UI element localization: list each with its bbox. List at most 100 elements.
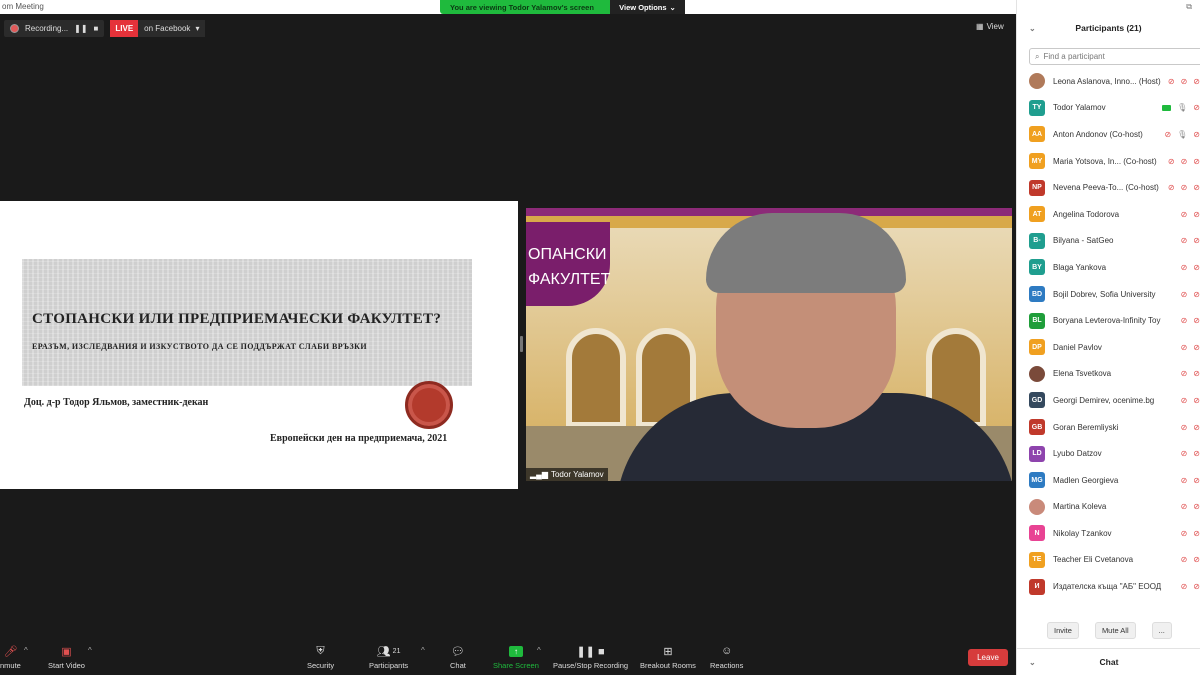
share-screen-button[interactable]: ↑ Share Screen: [493, 644, 539, 670]
viewing-banner: You are viewing Todor Yalamov's screen V…: [440, 0, 685, 14]
audio-options-caret[interactable]: ^: [24, 646, 28, 655]
participant-status-icons: ⊘ 🎙︎ ⊘: [1164, 130, 1200, 139]
participant-status-icons: ⊘ ⊘: [1181, 396, 1200, 405]
video-off-icon: ⊘: [1193, 289, 1200, 299]
collapse-chevron-icon[interactable]: ⌄: [1029, 24, 1036, 33]
participant-name: Bojil Dobrev, Sofia University: [1053, 289, 1156, 299]
mic-muted-icon: ⊘: [1180, 582, 1188, 592]
participant-row[interactable]: B- Bilyana - SatGeo ⊘ ⊘: [1017, 228, 1200, 255]
mic-muted-icon: ⊘: [1180, 528, 1188, 538]
speaker-hair: [706, 213, 906, 293]
background-banner: ОПАНСКИ ФАКУЛТЕТ: [526, 222, 610, 306]
participant-name: Nevena Peeva-To... (Co-host): [1053, 183, 1159, 193]
participants-button[interactable]: 👥︎ 21 Participants: [369, 644, 408, 671]
avatar: N: [1029, 525, 1045, 542]
participant-name: Leona Aslanova, Inno... (Host): [1053, 76, 1161, 86]
recording-icon: [10, 24, 19, 33]
more-options-button[interactable]: ...: [1151, 621, 1172, 639]
participant-row[interactable]: Leona Aslanova, Inno... (Host) ⊘ ⊘ ⊘: [1017, 68, 1200, 95]
participants-title: Participants (21): [1075, 23, 1142, 33]
security-button[interactable]: ⛨ Security: [307, 644, 334, 671]
collapse-chevron-icon[interactable]: ⌄: [1029, 658, 1036, 667]
participant-row[interactable]: BL Boryana Levterova-Infinity Toy B... ⊘ ⊘: [1017, 307, 1200, 334]
participant-row[interactable]: AA Anton Andonov (Co-host) ⊘ 🎙︎ ⊘: [1017, 121, 1200, 148]
reactions-button[interactable]: ☺ Reactions: [710, 644, 743, 670]
mic-muted-icon: ⊘: [1180, 236, 1188, 246]
speaker-video: ОПАНСКИ ФАКУЛТЕТ ▂▄▆ Todor Yalamov: [526, 208, 1012, 481]
slide-title: СТОПАНСКИ ИЛИ ПРЕДПРИЕМАЧЕСКИ ФАКУЛТЕТ?: [32, 311, 442, 327]
participant-row[interactable]: LD Lyubo Datzov ⊘ ⊘: [1017, 440, 1200, 467]
mic-muted-icon: ⊘: [1180, 183, 1188, 193]
mic-on-icon: 🎙︎: [1177, 129, 1188, 139]
reactions-icon: ☺: [721, 645, 733, 657]
start-video-button[interactable]: ▣ Start Video: [48, 644, 85, 671]
grid-view-icon: ▦: [976, 22, 984, 31]
share-options-caret[interactable]: ^: [537, 646, 541, 655]
participant-name: Madlen Georgieva: [1053, 475, 1119, 485]
unmute-button[interactable]: 🎤︎ nmute: [0, 644, 21, 671]
participant-row[interactable]: И Издателска къща "АБ" ЕООД ⊘ ⊘: [1017, 573, 1200, 600]
chat-label: Chat: [450, 661, 466, 670]
mic-muted-icon: ⊘: [1180, 502, 1188, 512]
participant-search-input[interactable]: ⌕ Find a participant: [1029, 48, 1200, 65]
mic-muted-icon: ⊘: [1180, 395, 1188, 405]
participant-name: Daniel Pavlov: [1053, 342, 1102, 352]
participant-row[interactable]: Elena Tsvetkova ⊘ ⊘: [1017, 361, 1200, 388]
view-options-button[interactable]: View Options ⌄: [610, 0, 685, 14]
mic-muted-icon: ⊘: [1180, 449, 1188, 459]
chat-panel-header[interactable]: ⌄ Chat: [1017, 648, 1200, 675]
participant-row[interactable]: BD Bojil Dobrev, Sofia University ⊘ ⊘: [1017, 281, 1200, 308]
participant-row[interactable]: Martina Koleva ⊘ ⊘: [1017, 494, 1200, 521]
participant-row[interactable]: N Nikolay Tzankov ⊘ ⊘: [1017, 520, 1200, 547]
participant-row[interactable]: TY Todor Yalamov 🎙︎ ⊘: [1017, 95, 1200, 122]
video-off-icon: ⊘: [1193, 422, 1200, 432]
participant-row[interactable]: GB Goran Beremliyski ⊘ ⊘: [1017, 414, 1200, 441]
video-off-icon: ⊘: [1193, 129, 1200, 139]
participant-status-icons: ⊘ ⊘ ⊘: [1168, 157, 1200, 166]
view-options-label: View Options: [619, 2, 667, 12]
participants-count: 21: [392, 647, 401, 655]
search-placeholder: Find a participant: [1043, 52, 1105, 61]
participant-row[interactable]: TE Teacher Eli Cvetanova ⊘ ⊘: [1017, 547, 1200, 574]
participant-list: Leona Aslanova, Inno... (Host) ⊘ ⊘ ⊘ TY Todor…: [1017, 68, 1200, 600]
breakout-rooms-label: Breakout Rooms: [640, 661, 696, 670]
participant-row[interactable]: MY Maria Yotsova, In... (Co-host) ⊘ ⊘ ⊘: [1017, 148, 1200, 175]
avatar: B-: [1029, 232, 1045, 249]
mute-all-button[interactable]: Mute All: [1094, 621, 1136, 639]
avatar: TY: [1029, 99, 1045, 116]
participant-row[interactable]: MG Madlen Georgieva ⊘ ⊘: [1017, 467, 1200, 494]
participant-status-icons: ⊘ ⊘: [1181, 263, 1200, 272]
mic-muted-icon: ⊘: [1180, 262, 1188, 272]
slide-author: Доц. д-р Тодор Яльмов, заместник-декан: [24, 397, 209, 408]
invite-button[interactable]: Invite: [1047, 621, 1079, 639]
chat-button[interactable]: 💬︎ Chat: [450, 644, 466, 671]
popout-icon[interactable]: ⧉: [1186, 2, 1192, 12]
participant-row[interactable]: NP Nevena Peeva-To... (Co-host) ⊘ ⊘ ⊘: [1017, 174, 1200, 201]
split-divider-handle[interactable]: [520, 336, 523, 352]
participant-status-icons: ⊘ ⊘: [1181, 555, 1200, 564]
participant-name: Boryana Levterova-Infinity Toy B...: [1053, 316, 1163, 326]
participant-name: Blaga Yankova: [1053, 262, 1107, 272]
participant-row[interactable]: AT Angelina Todorova ⊘ ⊘: [1017, 201, 1200, 228]
leave-button[interactable]: Leave: [968, 649, 1008, 666]
video-name-tag: ▂▄▆ Todor Yalamov: [526, 468, 608, 481]
live-destination-dropdown[interactable]: on Facebook ▾: [138, 20, 206, 37]
avatar: [1029, 365, 1045, 382]
video-options-caret[interactable]: ^: [88, 646, 92, 655]
stop-recording-icon[interactable]: ■: [94, 24, 99, 33]
chat-icon: 💬︎: [450, 645, 465, 658]
video-off-icon: ⊘: [1193, 156, 1200, 166]
participant-status-icons: ⊘ ⊘: [1181, 210, 1200, 219]
view-button[interactable]: ▦ View: [976, 22, 1004, 31]
video-off-icon: ⊘: [1193, 342, 1200, 352]
participant-row[interactable]: BY Blaga Yankova ⊘ ⊘: [1017, 254, 1200, 281]
pause-recording-icon[interactable]: ❚❚: [74, 24, 87, 33]
avatar: GB: [1029, 419, 1045, 436]
participant-row[interactable]: DP Daniel Pavlov ⊘ ⊘: [1017, 334, 1200, 361]
participant-row[interactable]: GD Georgi Demirev, ocenime.bg ⊘ ⊘: [1017, 387, 1200, 414]
pause-stop-recording-button[interactable]: ❚❚ ■ Pause/Stop Recording: [553, 644, 628, 671]
participants-options-caret[interactable]: ^: [421, 646, 425, 655]
breakout-rooms-button[interactable]: ⊞ Breakout Rooms: [640, 644, 696, 671]
recording-bar: Recording... ❚❚ ■ LIVE on Facebook ▾: [4, 20, 206, 37]
avatar: AT: [1029, 206, 1045, 223]
